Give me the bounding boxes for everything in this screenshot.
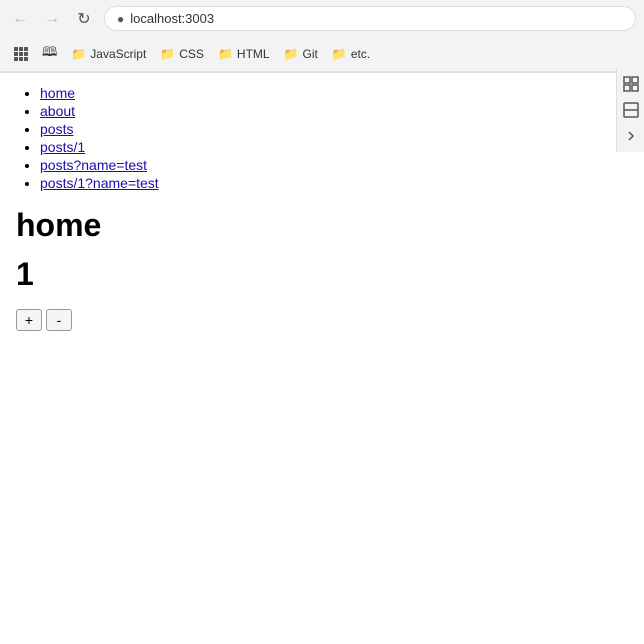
- bookmark-html[interactable]: 📁 HTML: [212, 45, 276, 63]
- address-bar[interactable]: ● localhost:3003: [104, 6, 636, 31]
- counter-value: 1: [16, 256, 628, 293]
- list-item: about: [40, 103, 628, 119]
- side-panel: [616, 68, 644, 152]
- bookmark-javascript[interactable]: 📁 JavaScript: [65, 45, 152, 63]
- lock-icon: ●: [117, 12, 124, 26]
- list-item: home: [40, 85, 628, 101]
- nav-link-posts-1-query[interactable]: posts/1?name=test: [40, 175, 159, 191]
- folder-icon: 📁: [71, 47, 86, 61]
- devtools-inspect-icon[interactable]: [619, 72, 643, 96]
- bookmark-javascript-label: JavaScript: [90, 47, 146, 61]
- increment-button[interactable]: +: [16, 309, 42, 331]
- bookmark-git-label: Git: [303, 47, 318, 61]
- reload-button[interactable]: ↻: [72, 7, 96, 31]
- nav-link-posts-query[interactable]: posts?name=test: [40, 157, 147, 173]
- folder-icon: 📁: [284, 47, 299, 61]
- counter-buttons: + -: [16, 309, 628, 331]
- list-item: posts/1: [40, 139, 628, 155]
- reading-list-icon: 🕮: [42, 43, 57, 65]
- chevron-right-icon[interactable]: [619, 124, 643, 148]
- reading-list-button[interactable]: 🕮: [36, 41, 63, 67]
- nav-link-posts[interactable]: posts: [40, 121, 73, 137]
- devtools-panel-icon[interactable]: [619, 98, 643, 122]
- list-item: posts/1?name=test: [40, 175, 628, 191]
- folder-icon: 📁: [332, 47, 347, 61]
- folder-icon: 📁: [218, 47, 233, 61]
- nav-link-posts-1[interactable]: posts/1: [40, 139, 85, 155]
- bookmark-etc-label: etc.: [351, 47, 370, 61]
- bookmark-css[interactable]: 📁 CSS: [154, 45, 210, 63]
- list-item: posts?name=test: [40, 157, 628, 173]
- nav-list: home about posts posts/1 posts?name=test…: [16, 85, 628, 191]
- bookmark-etc[interactable]: 📁 etc.: [326, 45, 376, 63]
- bookmark-html-label: HTML: [237, 47, 270, 61]
- folder-icon: 📁: [160, 47, 175, 61]
- page-content: home about posts posts/1 posts?name=test…: [0, 73, 644, 343]
- forward-button[interactable]: →: [40, 7, 64, 31]
- apps-icon: [14, 47, 28, 61]
- nav-link-about[interactable]: about: [40, 103, 75, 119]
- url-text: localhost:3003: [130, 11, 214, 26]
- bookmarks-bar: 🕮 📁 JavaScript 📁 CSS 📁 HTML 📁 Git 📁 etc.: [0, 37, 644, 72]
- bookmark-git[interactable]: 📁 Git: [278, 45, 324, 63]
- browser-chrome: ← → ↻ ● localhost:3003 🕮 📁 JavaScript 📁: [0, 0, 644, 73]
- browser-toolbar: ← → ↻ ● localhost:3003: [0, 0, 644, 37]
- nav-link-home[interactable]: home: [40, 85, 75, 101]
- apps-button[interactable]: [8, 45, 34, 63]
- back-button[interactable]: ←: [8, 7, 32, 31]
- decrement-button[interactable]: -: [46, 309, 72, 331]
- list-item: posts: [40, 121, 628, 137]
- bookmark-css-label: CSS: [179, 47, 204, 61]
- page-title: home: [16, 207, 628, 244]
